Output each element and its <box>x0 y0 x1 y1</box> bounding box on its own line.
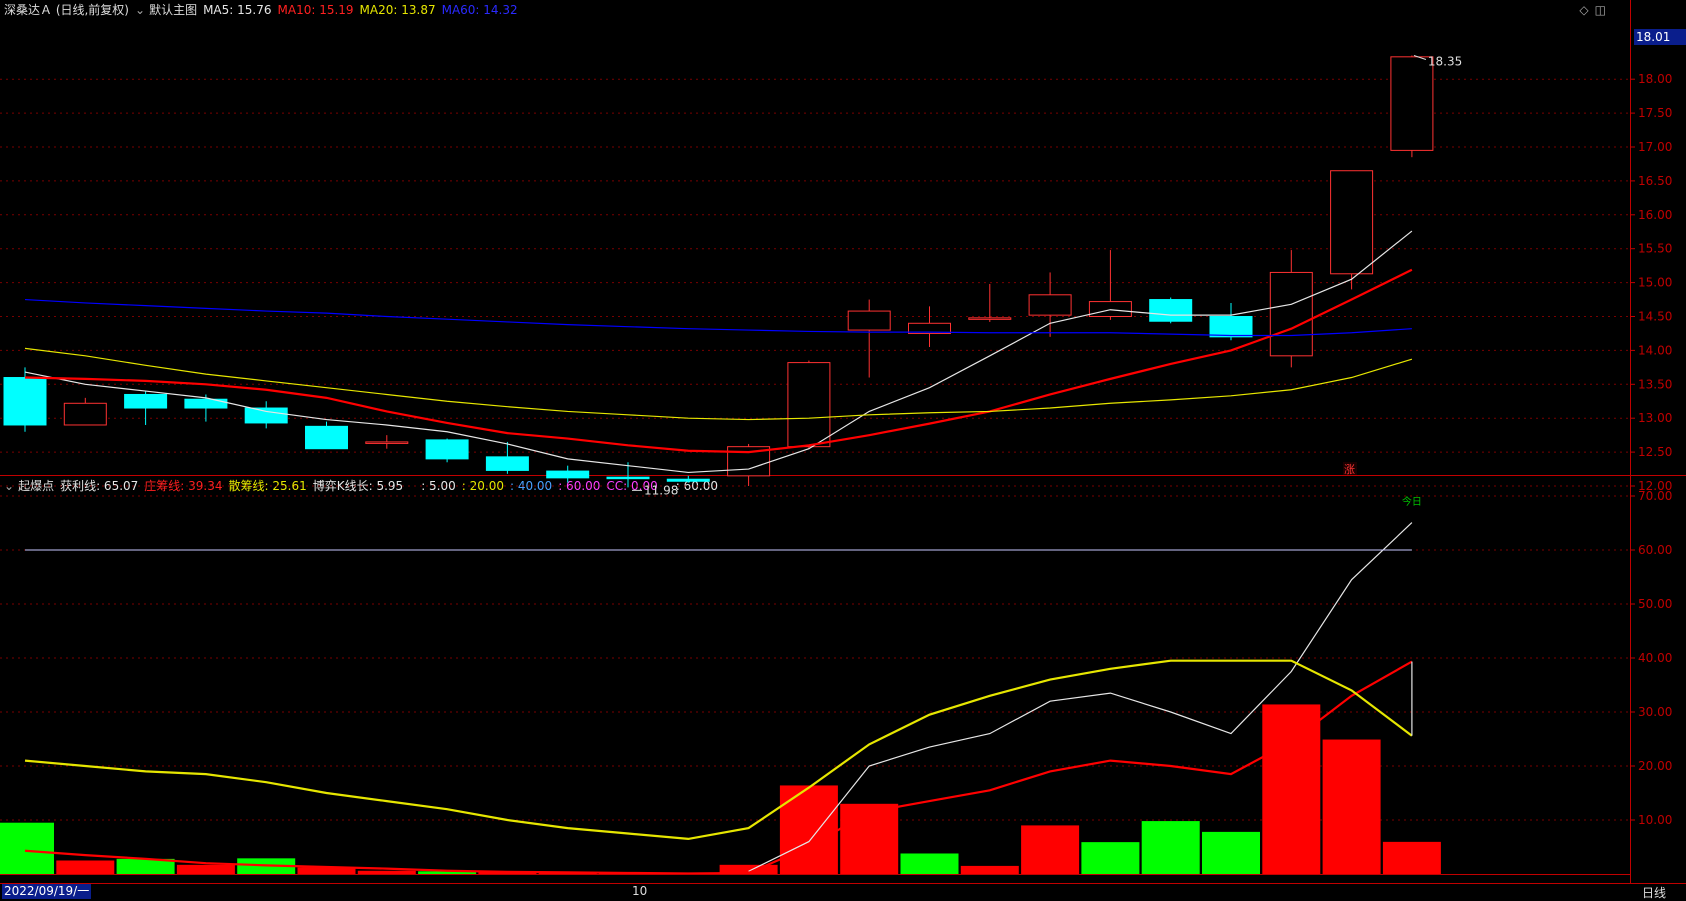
price-tick-label: 15.50 <box>1638 242 1672 256</box>
price-tick-label: 12.50 <box>1638 445 1672 459</box>
price-tick-label: 13.00 <box>1638 411 1672 425</box>
candle-down <box>1209 316 1253 338</box>
candle-down <box>1149 299 1193 322</box>
indicator-tick-label: 30.00 <box>1638 705 1672 719</box>
min-label: 11.98 <box>644 483 678 497</box>
indicator-tick-label: 50.00 <box>1638 597 1672 611</box>
candle-down <box>244 407 288 424</box>
candle-up <box>1330 170 1374 275</box>
volume-bar-red <box>779 785 838 874</box>
indicator-tick-label: 70.00 <box>1638 489 1672 503</box>
price-tick-label: 14.00 <box>1638 343 1672 357</box>
ma20-line <box>24 347 1413 421</box>
volume-bar-red <box>56 860 115 874</box>
price-tick-label: 14.50 <box>1638 310 1672 324</box>
candle-down <box>485 456 529 471</box>
volume-bar-red <box>1262 704 1321 874</box>
candle-down <box>666 478 710 482</box>
candle-down <box>425 439 469 460</box>
price-tick-label: 17.00 <box>1638 140 1672 154</box>
candle-up <box>787 362 831 448</box>
ma10-line <box>24 268 1413 454</box>
price-tick-label: 13.50 <box>1638 377 1672 391</box>
indicator-tick-label: 60.00 <box>1638 543 1672 557</box>
zhang-marker: 涨 <box>1344 463 1355 476</box>
volume-bar-red <box>840 803 899 874</box>
candle-down <box>3 377 47 426</box>
candle-down <box>546 470 590 479</box>
date-start-label[interactable]: 2022/09/19/一 <box>2 884 92 899</box>
volume-bar-red <box>960 865 1019 874</box>
price-tick-label: 17.50 <box>1638 106 1672 120</box>
ma60-line <box>24 298 1412 337</box>
indicator-tick-label: 20.00 <box>1638 759 1672 773</box>
candle-up <box>968 317 1012 320</box>
candle-up <box>365 441 409 444</box>
price-tick-label: 15.00 <box>1638 276 1672 290</box>
price-tick-label: 18.00 <box>1638 72 1672 86</box>
date-mid-label: 10 <box>632 884 648 898</box>
volume-bar-green <box>1081 842 1140 874</box>
candle-up <box>1269 271 1313 357</box>
volume-bar-red <box>176 864 235 874</box>
candle-down <box>184 398 228 409</box>
candle-down <box>305 425 348 450</box>
volume-bar-green <box>0 822 54 874</box>
volume-bar-red <box>1322 739 1381 874</box>
ma5-line <box>24 230 1413 474</box>
date-axis: 2022/09/19/一 10 <box>0 883 1686 900</box>
candle-down <box>606 476 650 480</box>
candle-up <box>1390 56 1434 151</box>
indicator-tick-label: 40.00 <box>1638 651 1672 665</box>
candle-up <box>1088 301 1132 318</box>
volume-bar-green <box>1202 831 1260 874</box>
signal-label: 今日 <box>1402 495 1422 508</box>
indicator-tick-label: 10.00 <box>1638 813 1672 827</box>
volume-bar-red <box>357 870 416 874</box>
candle-up <box>1028 294 1072 316</box>
candle-down <box>124 393 168 409</box>
kline-chart[interactable]: 12.0012.5013.0013.5014.0014.5015.0015.50… <box>0 0 1686 883</box>
period-label[interactable]: 日线 <box>1642 884 1666 901</box>
volume-bar-green <box>1141 821 1200 874</box>
volume-bar-green <box>900 853 959 874</box>
candle-up <box>63 402 107 426</box>
price-tick-label: 16.50 <box>1638 174 1672 188</box>
volume-bar-red <box>1021 825 1080 874</box>
price-tick-label: 16.00 <box>1638 208 1672 222</box>
indicator-line-2 <box>24 659 1413 841</box>
volume-bar-red <box>1382 841 1441 874</box>
max-label: 18.35 <box>1428 54 1462 68</box>
candle-up <box>847 310 891 331</box>
